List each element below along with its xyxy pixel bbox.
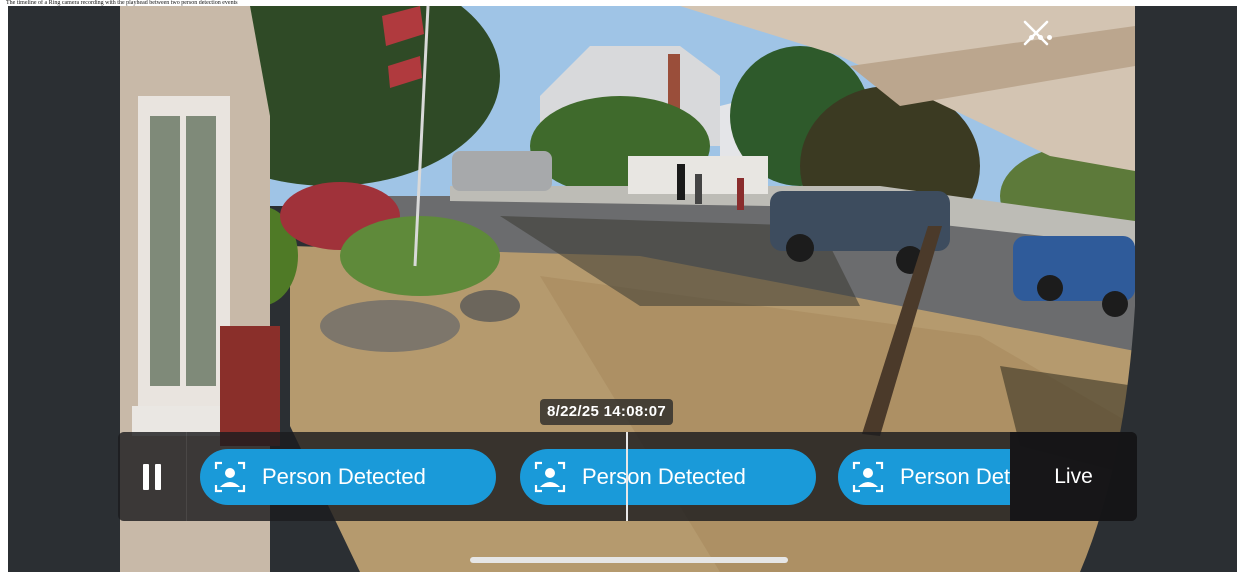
person-detect-icon [214,461,246,493]
close-icon [1023,20,1049,46]
pause-icon [143,463,161,490]
event-track[interactable]: Person Detected Person Detected Person D… [188,432,1010,521]
playback-timeline[interactable]: Person Detected Person Detected Person D… [118,432,1137,521]
playhead[interactable] [626,432,628,521]
event-pill-person-detected[interactable]: Person Detected [200,449,496,505]
top-controls [1023,20,1117,54]
close-button[interactable] [1023,20,1117,54]
person-detect-icon [852,461,884,493]
home-indicator[interactable] [470,557,788,563]
event-pill-person-detected[interactable]: Person Detected [520,449,816,505]
event-pill-person-detected[interactable]: Person Detected [838,449,1010,505]
playhead-timestamp: 8/22/25 14:08:07 [540,399,674,425]
live-button[interactable]: Live [1010,432,1137,521]
event-label: Person Detected [582,464,746,489]
pause-button[interactable] [118,432,187,521]
person-detect-icon [534,461,566,493]
event-label: Person Detected [900,464,1010,489]
event-label: Person Detected [262,464,426,489]
